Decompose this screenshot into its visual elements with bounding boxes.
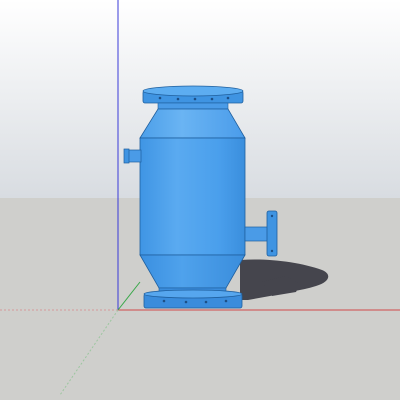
bottom-cone [139, 254, 246, 289]
3d-viewport[interactable] [0, 0, 400, 400]
vessel-body [139, 137, 246, 256]
top-cone [139, 108, 246, 139]
top-neck [157, 102, 229, 110]
top-flange [142, 85, 244, 104]
left-nozzle [123, 148, 142, 164]
viewport-canvas[interactable] [0, 0, 400, 400]
bottom-flange [143, 289, 243, 309]
